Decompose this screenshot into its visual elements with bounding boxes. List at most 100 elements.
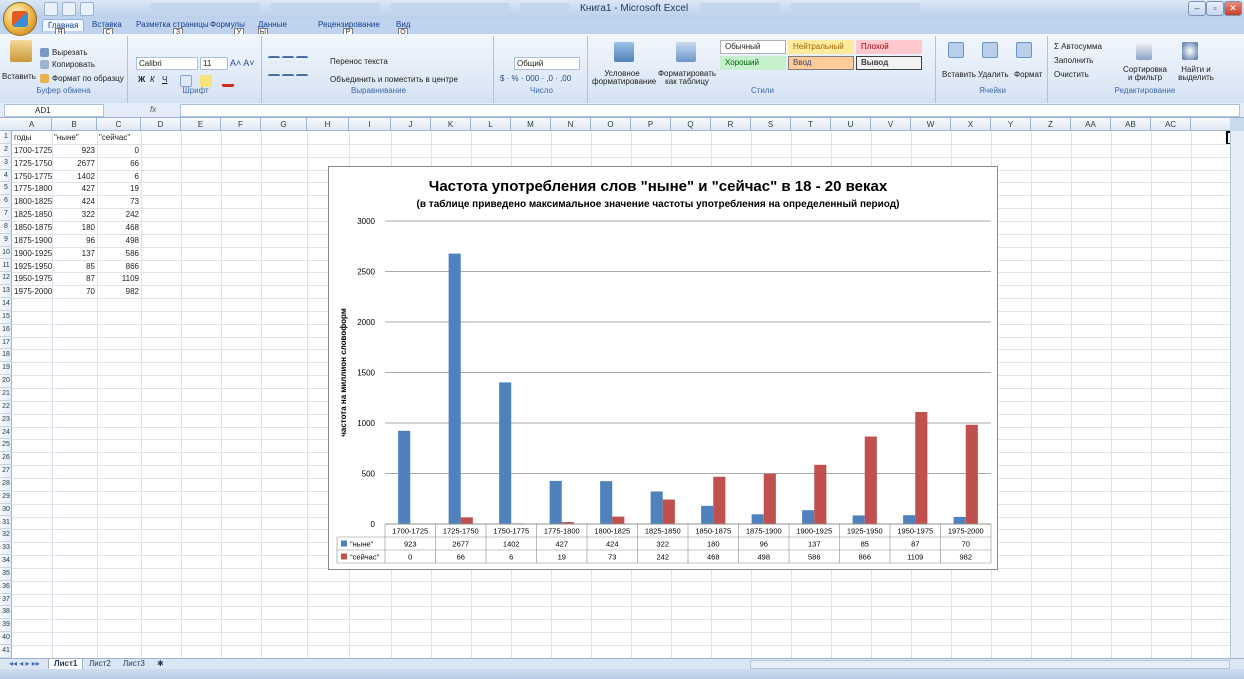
column-header[interactable]: M	[511, 118, 551, 131]
taskbar-item[interactable]	[700, 3, 780, 15]
column-header[interactable]: T	[791, 118, 831, 131]
column-header[interactable]: W	[911, 118, 951, 131]
header-cell[interactable]: "ныне"	[54, 132, 95, 143]
align-center-icon[interactable]	[282, 74, 294, 86]
data-cell[interactable]: 1402	[54, 171, 95, 182]
data-cell[interactable]: 2677	[54, 158, 95, 169]
data-cell[interactable]: 468	[99, 222, 139, 233]
close-button[interactable]: ✕	[1224, 1, 1242, 16]
column-header[interactable]: AB	[1111, 118, 1151, 131]
formula-input[interactable]	[180, 104, 1240, 117]
paste-icon[interactable]	[10, 40, 32, 62]
row-header[interactable]: 10	[0, 247, 12, 260]
maximize-button[interactable]: ▫	[1206, 1, 1224, 16]
align-bottom-icon[interactable]	[296, 56, 308, 68]
row-header[interactable]: 5	[0, 182, 12, 196]
data-cell[interactable]: 1109	[99, 273, 139, 284]
column-header[interactable]: Y	[991, 118, 1031, 131]
row-header[interactable]: 31	[0, 517, 12, 530]
row-header[interactable]: 40	[0, 632, 12, 645]
binoculars-icon[interactable]	[1182, 42, 1198, 60]
data-cell[interactable]: 427	[54, 183, 95, 194]
column-header[interactable]: N	[551, 118, 591, 131]
row-header[interactable]: 24	[0, 427, 12, 440]
conditional-format-icon[interactable]	[614, 42, 634, 62]
data-cell[interactable]: 1975-2000	[14, 286, 52, 297]
save-icon[interactable]	[44, 2, 58, 16]
data-cell[interactable]: 586	[99, 248, 139, 259]
row-header[interactable]: 9	[0, 234, 12, 247]
data-cell[interactable]: 19	[99, 183, 139, 194]
name-box[interactable]: AD1	[4, 104, 104, 117]
row-header[interactable]: 21	[0, 388, 12, 401]
data-cell[interactable]: 1825-1850	[14, 209, 52, 220]
bold-button[interactable]: Ж	[138, 75, 145, 84]
column-header[interactable]: O	[591, 118, 631, 131]
align-top-icon[interactable]	[268, 56, 280, 68]
row-header[interactable]: 6	[0, 195, 12, 209]
data-cell[interactable]: 242	[99, 209, 139, 220]
column-header[interactable]: D	[141, 118, 181, 131]
row-header[interactable]: 28	[0, 478, 12, 491]
data-cell[interactable]: 1875-1900	[14, 235, 52, 246]
row-header[interactable]: 20	[0, 375, 12, 388]
data-cell[interactable]: 1850-1875	[14, 222, 52, 233]
column-header[interactable]: C	[97, 118, 141, 131]
taskbar-item[interactable]	[790, 3, 920, 15]
data-cell[interactable]: 1900-1925	[14, 248, 52, 259]
column-header[interactable]: S	[751, 118, 791, 131]
column-header[interactable]: B	[52, 118, 97, 131]
row-header[interactable]: 23	[0, 414, 12, 427]
autosum-button[interactable]: Σ Автосумма	[1054, 42, 1102, 51]
delete-cells-icon[interactable]	[982, 42, 998, 58]
data-cell[interactable]: 1800-1825	[14, 196, 52, 207]
minimize-button[interactable]: –	[1188, 1, 1206, 16]
style-bad[interactable]: Плохой	[856, 40, 922, 54]
data-cell[interactable]: 322	[54, 209, 95, 220]
grow-font-icon[interactable]: A˄ A˅	[230, 58, 255, 68]
office-button[interactable]	[3, 2, 37, 36]
row-header[interactable]: 39	[0, 619, 12, 633]
cut-button[interactable]: Вырезать	[52, 48, 88, 57]
row-header[interactable]: 34	[0, 555, 12, 568]
row-header[interactable]: 7	[0, 208, 12, 221]
paste-button[interactable]: Вставить	[2, 72, 36, 81]
sort-filter-icon[interactable]	[1136, 42, 1152, 60]
data-cell[interactable]: 96	[54, 235, 95, 246]
column-header[interactable]: V	[871, 118, 911, 131]
data-cell[interactable]: 73	[99, 196, 139, 207]
row-header[interactable]: 8	[0, 221, 12, 234]
column-header[interactable]: U	[831, 118, 871, 131]
row-header[interactable]: 37	[0, 594, 12, 607]
data-cell[interactable]: 1925-1950	[14, 261, 52, 272]
column-header[interactable]: AC	[1151, 118, 1191, 131]
style-normal[interactable]: Обычный	[720, 40, 786, 54]
format-cells-button[interactable]: Формат	[1014, 70, 1042, 79]
chart[interactable]: Частота употребления слов "ныне" и "сейч…	[328, 166, 998, 570]
format-cells-icon[interactable]	[1016, 42, 1032, 58]
format-as-table-button[interactable]: Форматировать как таблицу	[652, 70, 722, 86]
fx-icon[interactable]: fx	[150, 105, 156, 114]
column-header[interactable]: E	[181, 118, 221, 131]
row-header[interactable]: 30	[0, 504, 12, 517]
data-cell[interactable]: 1950-1975	[14, 273, 52, 284]
taskbar-item[interactable]	[150, 3, 260, 15]
font-size-select[interactable]: 11	[200, 57, 228, 70]
style-output[interactable]: Вывод	[856, 56, 922, 70]
data-cell[interactable]: 66	[99, 158, 139, 169]
delete-cells-button[interactable]: Удалить	[978, 70, 1009, 79]
row-header[interactable]: 25	[0, 439, 12, 453]
row-header[interactable]: 17	[0, 337, 12, 350]
find-select-button[interactable]: Найти и выделить	[1174, 66, 1218, 82]
align-right-icon[interactable]	[296, 74, 308, 86]
column-header[interactable]: J	[391, 118, 431, 131]
redo-icon[interactable]	[80, 2, 94, 16]
row-header[interactable]: 29	[0, 491, 12, 504]
data-cell[interactable]: 6	[99, 171, 139, 182]
column-header[interactable]: Z	[1031, 118, 1071, 131]
taskbar-item[interactable]	[390, 3, 510, 15]
column-header[interactable]: H	[307, 118, 349, 131]
style-neutral[interactable]: Нейтральный	[788, 40, 854, 54]
align-left-icon[interactable]	[268, 74, 280, 86]
header-cell[interactable]: годы	[14, 132, 50, 143]
